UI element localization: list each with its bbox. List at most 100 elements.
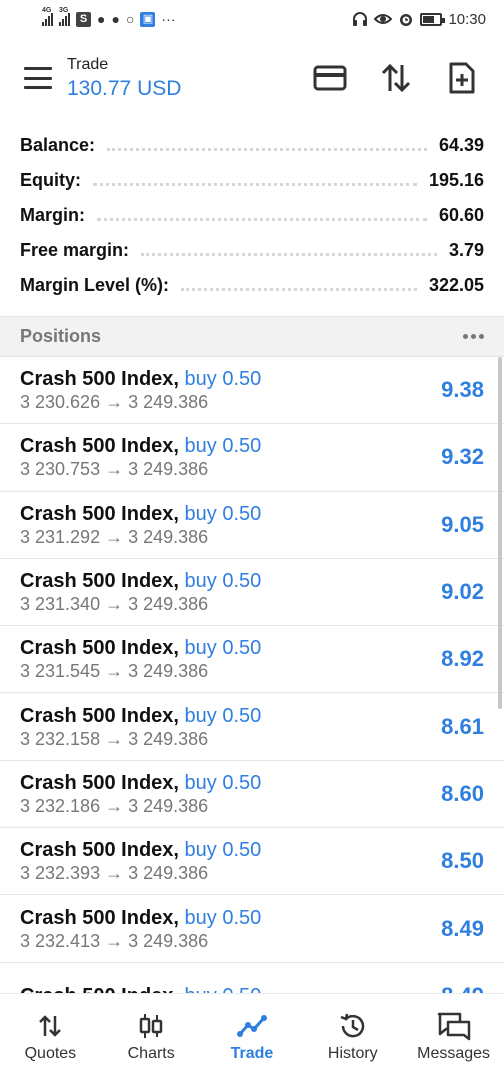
circle-icon: ○ bbox=[125, 11, 135, 27]
summary-label: Balance: bbox=[20, 135, 96, 155]
position-side: buy 0.50 bbox=[184, 839, 262, 862]
position-row[interactable]: Crash 500 Index, buy 0.50 8.49 bbox=[0, 963, 504, 993]
candlestick-icon bbox=[139, 1014, 163, 1038]
nav-quotes[interactable]: Quotes bbox=[0, 994, 101, 1080]
position-profit: 8.50 bbox=[441, 848, 484, 874]
summary-label: Free margin: bbox=[20, 240, 130, 260]
nav-icon-wrap bbox=[138, 1011, 164, 1041]
card-button[interactable] bbox=[306, 54, 354, 102]
position-prices: 3 231.545 → 3 249.386 bbox=[20, 661, 209, 682]
position-symbol: Crash 500 Index, bbox=[20, 906, 179, 929]
position-row[interactable]: Crash 500 Index, buy 0.50 3 232.158 → 3 … bbox=[0, 693, 504, 761]
position-info: Crash 500 Index, buy 0.50 bbox=[20, 984, 441, 993]
add-document-icon bbox=[449, 62, 475, 94]
nav-trade[interactable]: Trade bbox=[202, 994, 303, 1080]
position-title: Crash 500 Index, buy 0.50 bbox=[20, 838, 441, 862]
summary-value: 60.60 bbox=[438, 205, 484, 225]
position-prices: 3 231.340 → 3 249.386 bbox=[20, 594, 209, 615]
position-row[interactable]: Crash 500 Index, buy 0.50 3 230.626 → 3 … bbox=[0, 357, 504, 425]
nav-charts[interactable]: Charts bbox=[101, 994, 202, 1080]
position-side: buy 0.50 bbox=[184, 570, 262, 593]
position-row[interactable]: Crash 500 Index, buy 0.50 3 232.393 → 3 … bbox=[0, 828, 504, 896]
position-profit: 8.49 bbox=[441, 915, 484, 941]
position-row[interactable]: Crash 500 Index, buy 0.50 3 231.340 → 3 … bbox=[0, 559, 504, 627]
more-horizontal-icon[interactable] bbox=[463, 334, 484, 339]
signal-4g-icon: 4G bbox=[42, 7, 53, 26]
position-row[interactable]: Crash 500 Index, buy 0.50 3 231.545 → 3 … bbox=[0, 626, 504, 694]
positions-list[interactable]: Crash 500 Index, buy 0.50 3 230.626 → 3 … bbox=[0, 357, 504, 993]
more-dots-icon: ··· bbox=[161, 11, 176, 27]
account-profit: 130.77 USD bbox=[67, 76, 182, 100]
trade-line-icon bbox=[236, 1015, 267, 1037]
sort-button[interactable] bbox=[372, 54, 420, 102]
summary-row-margin: Margin: 60.60 bbox=[0, 198, 504, 233]
battery-icon bbox=[420, 12, 446, 26]
facebook-icon: ● bbox=[97, 11, 106, 27]
position-symbol: Crash 500 Index, bbox=[20, 704, 179, 727]
new-order-button[interactable] bbox=[438, 54, 486, 102]
position-title: Crash 500 Index, buy 0.50 bbox=[20, 636, 441, 660]
position-prices: 3 232.413 → 3 249.386 bbox=[20, 930, 209, 951]
position-side: buy 0.50 bbox=[184, 771, 262, 794]
position-info: Crash 500 Index, buy 0.50 3 232.393 → 3 … bbox=[20, 838, 441, 884]
signal-3g-icon: 3G bbox=[59, 7, 70, 26]
position-profit: 9.38 bbox=[441, 377, 484, 403]
position-profit: 9.05 bbox=[441, 511, 484, 537]
page-title: Trade bbox=[67, 55, 109, 73]
position-prices: 3 232.158 → 3 249.386 bbox=[20, 728, 209, 749]
position-side: buy 0.50 bbox=[184, 502, 262, 525]
position-info: Crash 500 Index, buy 0.50 3 231.545 → 3 … bbox=[20, 636, 441, 682]
summary-value: 64.39 bbox=[438, 135, 484, 155]
photo-icon: ▣ bbox=[140, 11, 156, 27]
list-scrollbar[interactable] bbox=[498, 357, 502, 709]
card-icon bbox=[313, 65, 347, 91]
position-symbol: Crash 500 Index, bbox=[20, 637, 179, 660]
position-row[interactable]: Crash 500 Index, buy 0.50 3 230.753 → 3 … bbox=[0, 424, 504, 492]
positions-title: Positions bbox=[20, 326, 102, 346]
app-header: Trade 130.77 USD bbox=[0, 38, 504, 118]
position-title: Crash 500 Index, buy 0.50 bbox=[20, 569, 441, 593]
position-side: buy 0.50 bbox=[184, 906, 262, 929]
summary-row-margin-level: Margin Level (%): 322.05 bbox=[0, 268, 504, 303]
dotted-leader bbox=[107, 148, 427, 151]
position-row[interactable]: Crash 500 Index, buy 0.50 3 231.292 → 3 … bbox=[0, 492, 504, 559]
position-symbol: Crash 500 Index, bbox=[20, 502, 179, 525]
positions-section-header: Positions bbox=[0, 316, 504, 357]
header-title-block: Trade 130.77 USD bbox=[67, 56, 288, 101]
position-row[interactable]: Crash 500 Index, buy 0.50 3 232.186 → 3 … bbox=[0, 761, 504, 829]
nav-icon-wrap bbox=[436, 1011, 472, 1041]
account-summary: Balance: 64.39 Equity: 195.16 Margin: 60.60… bbox=[0, 128, 504, 303]
position-profit: 8.60 bbox=[441, 780, 484, 806]
position-info: Crash 500 Index, buy 0.50 3 232.158 → 3 … bbox=[20, 704, 441, 750]
position-profit: 9.02 bbox=[441, 579, 484, 605]
position-profit: 8.61 bbox=[441, 713, 484, 739]
status-time: 10:30 bbox=[448, 10, 486, 28]
history-clock-icon bbox=[340, 1013, 365, 1038]
position-prices: 3 230.626 → 3 249.386 bbox=[20, 392, 209, 413]
position-symbol: Crash 500 Index, bbox=[20, 368, 179, 391]
dotted-leader bbox=[97, 218, 427, 221]
position-info: Crash 500 Index, buy 0.50 3 230.753 → 3 … bbox=[20, 434, 441, 480]
menu-icon[interactable] bbox=[24, 67, 52, 89]
summary-label: Equity: bbox=[20, 170, 81, 190]
position-profit: 8.49 bbox=[441, 983, 484, 993]
position-info: Crash 500 Index, buy 0.50 3 232.413 → 3 … bbox=[20, 906, 441, 952]
position-title: Crash 500 Index, buy 0.50 bbox=[20, 704, 441, 728]
summary-label: Margin Level (%): bbox=[20, 275, 170, 295]
nav-messages[interactable]: Messages bbox=[403, 994, 504, 1080]
position-profit: 8.92 bbox=[441, 646, 484, 672]
alarm-icon bbox=[400, 14, 413, 26]
nav-icon-wrap bbox=[236, 1011, 267, 1041]
dotted-leader bbox=[181, 288, 417, 291]
facebook-icon: ● bbox=[111, 11, 120, 27]
position-symbol: Crash 500 Index, bbox=[20, 435, 179, 458]
nav-history[interactable]: History bbox=[302, 994, 403, 1080]
summary-row-free-margin: Free margin: 3.79 bbox=[0, 233, 504, 268]
position-symbol: Crash 500 Index, bbox=[20, 985, 179, 993]
nav-label: Quotes bbox=[24, 1045, 77, 1062]
eye-icon bbox=[374, 14, 393, 24]
position-prices: 3 232.186 → 3 249.386 bbox=[20, 795, 209, 816]
position-title: Crash 500 Index, buy 0.50 bbox=[20, 502, 441, 526]
bottom-navigation: Quotes Charts Trade History Messages bbox=[0, 993, 504, 1080]
position-row[interactable]: Crash 500 Index, buy 0.50 3 232.413 → 3 … bbox=[0, 895, 504, 963]
